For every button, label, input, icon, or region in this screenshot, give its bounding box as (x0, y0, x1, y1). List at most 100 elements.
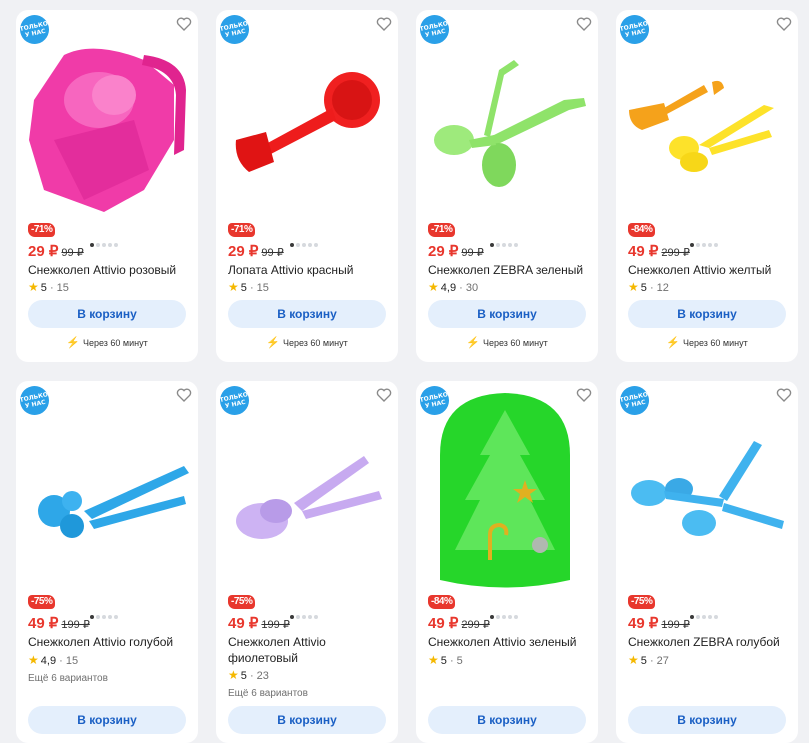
product-image-red-shovel (235, 72, 380, 172)
product-image-area[interactable]: ТОЛЬКО У НАС (616, 10, 798, 225)
star-icon: ★ (428, 653, 439, 667)
add-to-cart-button[interactable]: В корзину (228, 300, 386, 328)
star-icon: ★ (28, 280, 39, 294)
image-carousel-dots[interactable] (690, 606, 724, 619)
product-card[interactable]: ТОЛЬКО У НАС -75% 49 ₽199 ₽ Снежколеп At… (16, 381, 198, 743)
rating: ★ 5 · 15 (28, 280, 69, 294)
heart-icon[interactable] (576, 16, 592, 32)
review-count: 5 (456, 655, 463, 667)
add-to-cart-button[interactable]: В корзину (628, 706, 786, 734)
product-image-area[interactable]: ТОЛЬКО У НАС (416, 10, 598, 225)
product-title[interactable]: Снежколеп Attivio фиолетовый (228, 634, 388, 666)
lightning-icon: ⚡ (666, 337, 680, 349)
old-price: 299 ₽ (461, 619, 490, 631)
current-price: 49 ₽ (428, 615, 459, 632)
rating: ★ 4,9 · 15 (28, 653, 79, 667)
product-card[interactable]: ТОЛЬКО У НАС -84% 49 ₽299 ₽ Снежколеп At… (616, 10, 798, 362)
add-to-cart-button[interactable]: В корзину (28, 300, 186, 328)
star-icon: ★ (628, 280, 639, 294)
add-to-cart-button[interactable]: В корзину (428, 706, 586, 734)
image-carousel-dots[interactable] (290, 234, 324, 247)
star-icon: ★ (628, 653, 639, 667)
price: 49 ₽299 ₽ (428, 614, 490, 632)
add-to-cart-button[interactable]: В корзину (28, 706, 186, 734)
image-carousel-dots[interactable] (490, 606, 524, 619)
heart-icon[interactable] (776, 16, 792, 32)
review-count: 12 (656, 282, 669, 294)
product-grid: ТОЛЬКО У НАС -71% 29 ₽99 ₽ Снежколеп Att… (0, 0, 809, 743)
old-price: 199 ₽ (261, 619, 290, 631)
product-title[interactable]: Снежколеп ZEBRA голубой (628, 634, 788, 650)
price: 49 ₽199 ₽ (228, 614, 290, 632)
review-count: 27 (656, 655, 669, 667)
heart-icon[interactable] (576, 387, 592, 403)
delivery-text: Через 60 минут (282, 338, 348, 348)
star-icon: ★ (228, 280, 239, 294)
product-title[interactable]: Снежколеп Attivio желтый (628, 262, 788, 278)
discount-badge: -71% (228, 223, 256, 237)
add-to-cart-button[interactable]: В корзину (628, 300, 786, 328)
discount-badge: -84% (628, 223, 656, 237)
heart-icon[interactable] (176, 16, 192, 32)
product-card[interactable]: ТОЛЬКО У НАС -71% 29 ₽99 ₽ Снежколеп ZEB… (416, 10, 598, 362)
lightning-icon: ⚡ (466, 337, 480, 349)
old-price: 299 ₽ (661, 247, 690, 259)
old-price: 199 ₽ (61, 619, 90, 631)
variants-link[interactable]: Ещё 6 вариантов (228, 688, 308, 699)
product-card[interactable]: ТОЛЬКО У НАС -71% 29 ₽99 ₽ Снежколеп Att… (16, 10, 198, 362)
current-price: 49 ₽ (28, 615, 59, 632)
product-image-area[interactable]: ТОЛЬКО У НАС (616, 381, 798, 596)
product-image-area[interactable]: ТОЛЬКО У НАС (416, 381, 598, 596)
heart-icon[interactable] (376, 387, 392, 403)
image-carousel-dots[interactable] (90, 234, 124, 247)
product-image-area[interactable]: ТОЛЬКО У НАС (216, 10, 398, 225)
star-icon: ★ (428, 280, 439, 294)
product-image-area[interactable]: ТОЛЬКО У НАС (216, 381, 398, 596)
add-to-cart-button[interactable]: В корзину (428, 300, 586, 328)
image-carousel-dots[interactable] (690, 234, 724, 247)
old-price: 99 ₽ (61, 247, 84, 259)
heart-icon[interactable] (776, 387, 792, 403)
discount-badge: -71% (428, 223, 456, 237)
discount-badge: -75% (28, 595, 56, 609)
image-carousel-dots[interactable] (490, 234, 524, 247)
review-count: 15 (256, 282, 269, 294)
heart-icon[interactable] (376, 16, 392, 32)
variants-link[interactable]: Ещё 6 вариантов (28, 673, 108, 684)
star-icon: ★ (228, 668, 239, 682)
product-image-area[interactable]: ТОЛЬКО У НАС (16, 10, 198, 225)
rating-value: 4,9 (440, 282, 457, 294)
product-card[interactable]: ТОЛЬКО У НАС -75% 49 ₽199 ₽ Снежколеп ZE… (616, 381, 798, 743)
product-image-green-tree-mold (440, 393, 570, 588)
product-title[interactable]: Снежколеп Attivio голубой (28, 634, 188, 650)
star-icon: ★ (28, 653, 39, 667)
old-price: 99 ₽ (461, 247, 484, 259)
product-card[interactable]: ТОЛЬКО У НАС -71% 29 ₽99 ₽ Лопата Attivi… (216, 10, 398, 362)
current-price: 29 ₽ (28, 243, 59, 260)
review-count: 15 (65, 655, 79, 667)
delivery-text: Через 60 минут (682, 338, 748, 348)
product-title[interactable]: Снежколеп Attivio зеленый (428, 634, 588, 650)
product-card[interactable]: ТОЛЬКО У НАС -75% 49 ₽199 ₽ Снежколеп At… (216, 381, 398, 743)
product-image-pink-snow-mold (29, 48, 186, 212)
product-card[interactable]: ТОЛЬКО У НАС -84% 49 ₽299 ₽ Снежколеп At… (416, 381, 598, 743)
product-image-area[interactable]: ТОЛЬКО У НАС (16, 381, 198, 596)
current-price: 49 ₽ (228, 615, 259, 632)
current-price: 49 ₽ (628, 243, 659, 260)
product-image-yellow-snowball-maker (629, 80, 774, 172)
product-image-blue-snowball-maker (38, 466, 189, 538)
add-to-cart-button[interactable]: В корзину (228, 706, 386, 734)
lightning-icon: ⚡ (266, 337, 280, 349)
rating: ★ 5 · 5 (428, 653, 463, 667)
price: 29 ₽99 ₽ (28, 242, 84, 260)
product-title[interactable]: Снежколеп ZEBRA зеленый (428, 262, 588, 278)
price: 29 ₽99 ₽ (428, 242, 484, 260)
review-count: 23 (256, 670, 269, 682)
lightning-icon: ⚡ (66, 337, 80, 349)
image-carousel-dots[interactable] (290, 606, 324, 619)
product-title[interactable]: Лопата Attivio красный (228, 262, 388, 278)
heart-icon[interactable] (176, 387, 192, 403)
delivery-info: ⚡ Через 60 минут (616, 336, 798, 349)
product-title[interactable]: Снежколеп Attivio розовый (28, 262, 188, 278)
image-carousel-dots[interactable] (90, 606, 124, 619)
